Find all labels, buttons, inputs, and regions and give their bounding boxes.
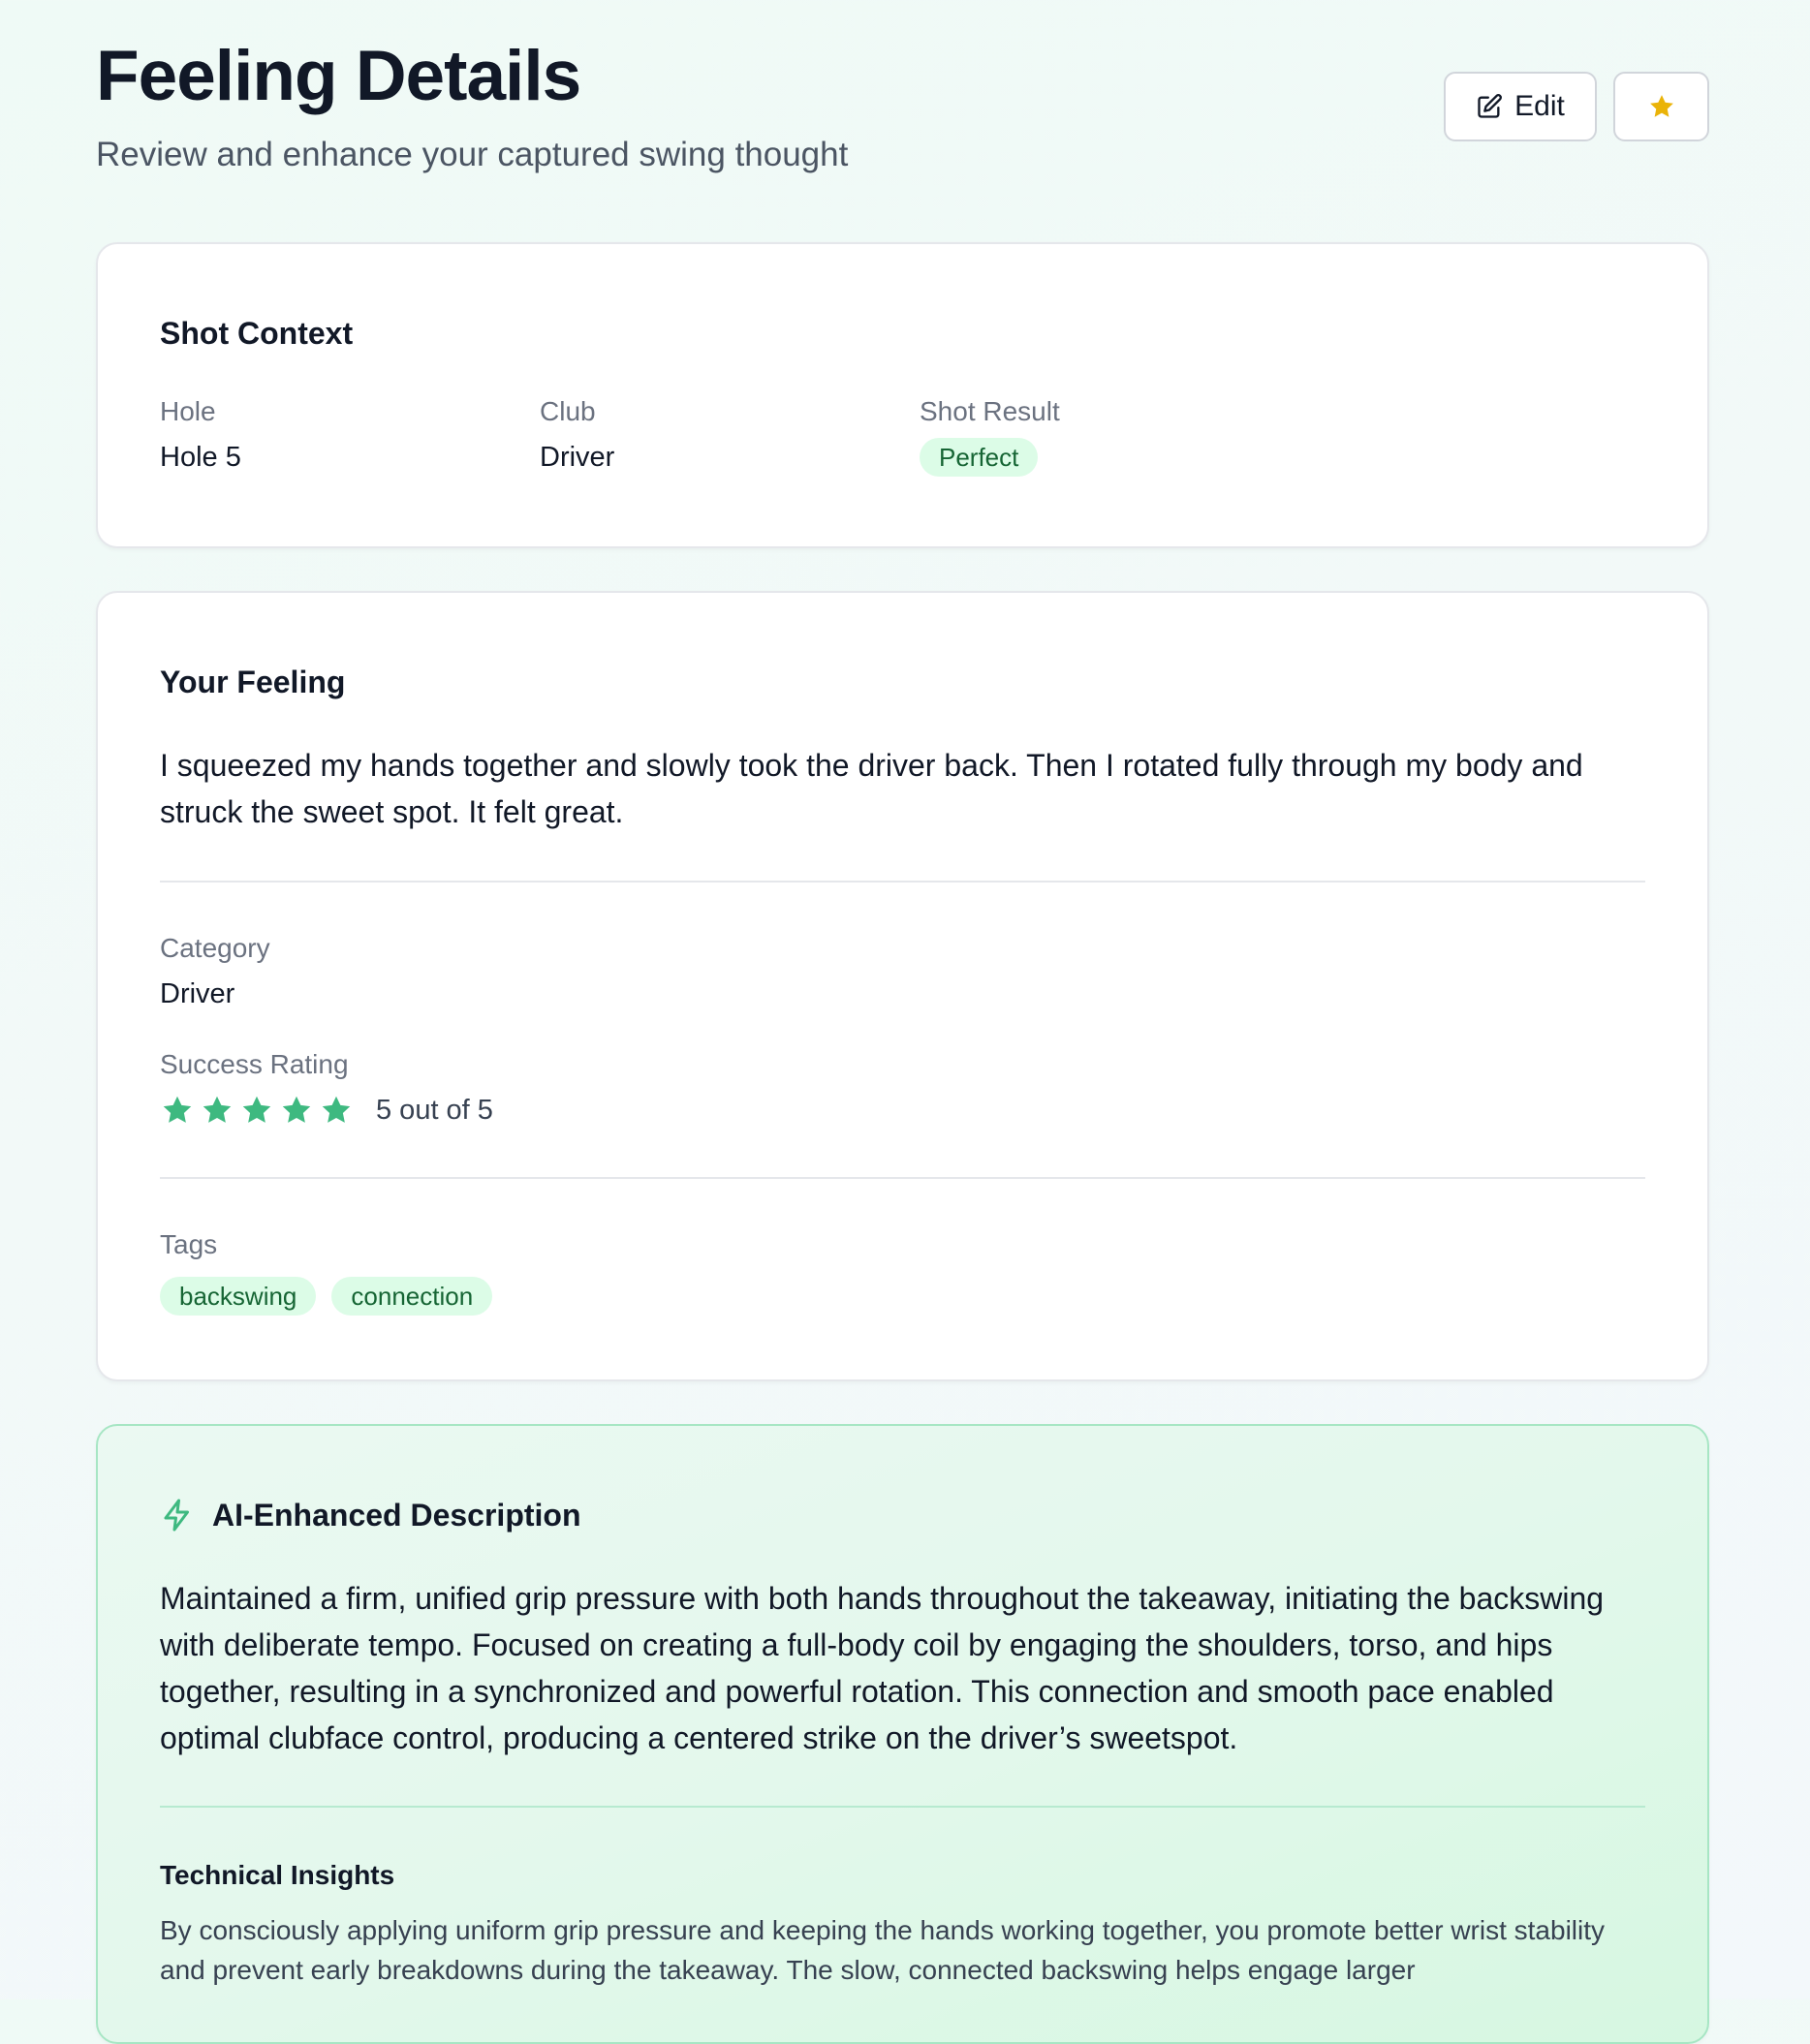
hole-label: Hole bbox=[160, 396, 216, 426]
ai-enhanced-card: AI-Enhanced Description Maintained a fir… bbox=[96, 1424, 1709, 2044]
star-icon bbox=[1647, 92, 1676, 121]
shot-result-field: Shot Result Perfect bbox=[920, 395, 1060, 477]
divider bbox=[160, 1806, 1645, 1808]
category-label: Category bbox=[160, 933, 270, 963]
technical-insights-title: Technical Insights bbox=[160, 1860, 395, 1890]
edit-icon bbox=[1476, 93, 1503, 120]
divider bbox=[160, 1177, 1645, 1179]
shot-context-card: Shot Context Hole Hole 5 Club Driver Sho… bbox=[96, 242, 1709, 548]
tag-backswing[interactable]: backswing bbox=[160, 1277, 317, 1316]
category-value: Driver bbox=[160, 978, 235, 1009]
tags-label: Tags bbox=[160, 1229, 218, 1259]
favorite-button[interactable] bbox=[1613, 72, 1709, 141]
shot-context-title: Shot Context bbox=[160, 316, 354, 351]
divider bbox=[160, 881, 1645, 883]
bolt-icon bbox=[160, 1498, 195, 1533]
edit-button-label: Edit bbox=[1514, 90, 1565, 122]
page-title: Feeling Details bbox=[96, 37, 581, 115]
star-icon bbox=[203, 1096, 232, 1123]
star-icon bbox=[282, 1096, 311, 1123]
page-header: Feeling Details Review and enhance your … bbox=[96, 0, 1709, 242]
rating-text: 5 out of 5 bbox=[376, 1094, 493, 1126]
feeling-text: I squeezed my hands together and slowly … bbox=[160, 748, 1583, 829]
technical-insights-text: By consciously applying uniform grip pre… bbox=[160, 1915, 1606, 1985]
header-actions: Edit bbox=[1444, 72, 1709, 141]
hole-value: Hole 5 bbox=[160, 442, 241, 473]
star-group bbox=[160, 1093, 354, 1128]
feeling-details-page: Feeling Details Review and enhance your … bbox=[96, 0, 1709, 2044]
club-label: Club bbox=[540, 396, 596, 426]
hole-field: Hole Hole 5 bbox=[160, 395, 241, 475]
club-field: Club Driver bbox=[540, 395, 614, 475]
star-icon bbox=[322, 1096, 351, 1123]
ai-title-row: AI-Enhanced Description bbox=[160, 1496, 1645, 1534]
tag-list: backswing connection bbox=[160, 1277, 1645, 1316]
category-field: Category Driver bbox=[160, 932, 1645, 1011]
star-icon bbox=[163, 1096, 192, 1123]
ai-description: Maintained a firm, unified grip pressure… bbox=[160, 1581, 1605, 1755]
shot-result-label: Shot Result bbox=[920, 396, 1060, 426]
edit-button[interactable]: Edit bbox=[1444, 72, 1597, 141]
tag-connection[interactable]: connection bbox=[331, 1277, 493, 1316]
success-rating-label: Success Rating bbox=[160, 1049, 349, 1079]
rating-stars: 5 out of 5 bbox=[160, 1093, 1645, 1128]
page-subtitle: Review and enhance your captured swing t… bbox=[96, 136, 849, 173]
club-value: Driver bbox=[540, 442, 615, 473]
tags-field: Tags backswing connection bbox=[160, 1228, 1645, 1316]
ai-title: AI-Enhanced Description bbox=[212, 1498, 581, 1533]
your-feeling-card: Your Feeling I squeezed my hands togethe… bbox=[96, 591, 1709, 1381]
success-rating-field: Success Rating 5 out of 5 bbox=[160, 1048, 1645, 1128]
star-icon bbox=[242, 1096, 271, 1123]
shot-result-badge: Perfect bbox=[920, 438, 1039, 477]
your-feeling-title: Your Feeling bbox=[160, 665, 346, 699]
